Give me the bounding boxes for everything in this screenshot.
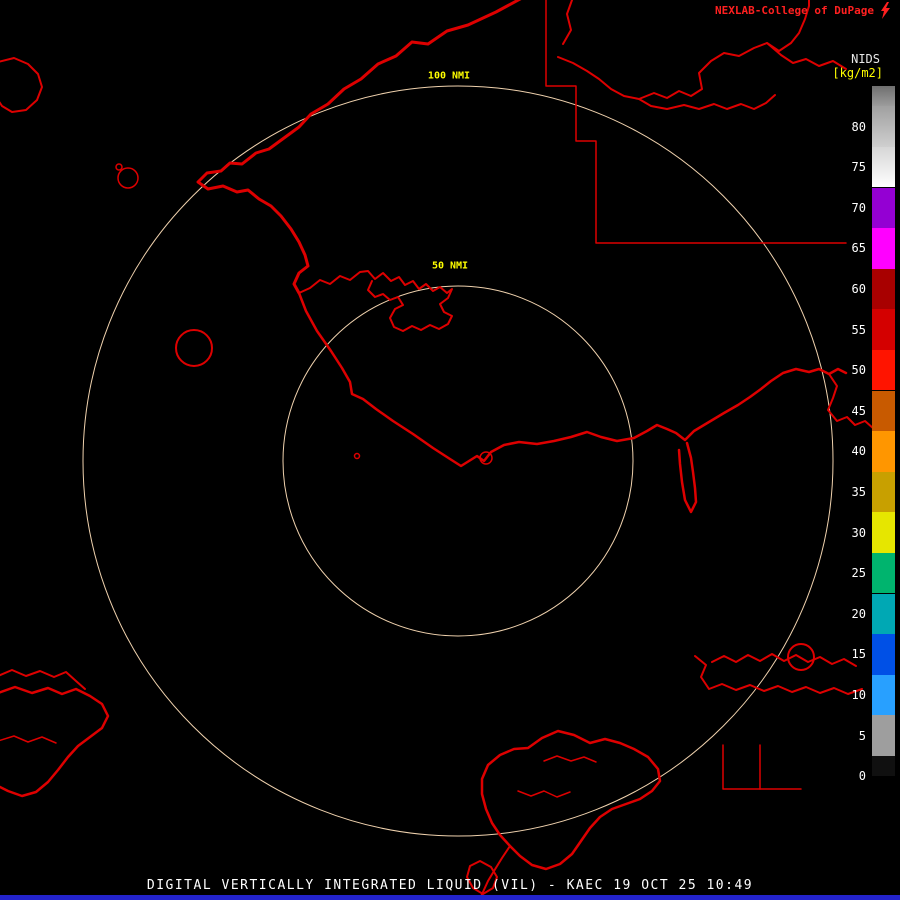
product-caption: DIGITAL VERTICALLY INTEGRATED LIQUID (VI… — [146, 878, 754, 893]
radar-map — [0, 0, 895, 900]
blob-bottom-left-inner — [0, 735, 57, 744]
range-rings — [82, 85, 834, 837]
river-topright-2 — [638, 94, 776, 110]
brand-link[interactable]: NEXLAB-College of DuPage — [715, 4, 874, 17]
colorbar-tick-label: 0 — [858, 769, 866, 784]
coastline-main — [297, 291, 848, 468]
colorbar-segment — [872, 593, 895, 635]
coastline-northwest — [196, 0, 522, 295]
colorbar-segment — [872, 715, 895, 756]
map-dot-center — [353, 452, 361, 460]
coastline-peninsula — [677, 441, 698, 514]
colorbar-segment — [872, 512, 895, 553]
colorbar-tick-label: 25 — [851, 566, 866, 581]
island-inner-stream-2 — [517, 790, 571, 798]
county-boundary-topright — [545, 0, 847, 244]
stream-cluster-inlet — [298, 270, 453, 332]
colorbar-segment — [872, 552, 895, 594]
colorbar-segment — [872, 634, 895, 675]
colorbar-segment — [872, 106, 895, 147]
colorbar — [872, 86, 895, 777]
colorbar-segment — [872, 146, 895, 188]
colorbar-segment — [872, 755, 895, 777]
lake-left-mid — [175, 329, 213, 367]
river-right-mid-2 — [711, 653, 857, 667]
colorbar-tick-label: 10 — [851, 688, 866, 702]
river-topedge — [562, 0, 573, 45]
colorbar-tick-label: 60 — [851, 282, 866, 296]
brand-text: NEXLAB-College of DuPage — [715, 4, 874, 17]
range-label-50nmi: 50 NMI — [429, 260, 471, 272]
colorbar-segment — [872, 86, 895, 107]
colorbar-tick-label: 55 — [851, 322, 866, 337]
colorbar-segment — [872, 674, 895, 716]
colorbar-tick-label: 65 — [851, 241, 866, 256]
colorbar-title: NIDS — [851, 52, 880, 66]
map-outlines — [0, 0, 895, 900]
colorbar-segment — [872, 309, 895, 350]
range-ring-50nmi — [282, 285, 634, 637]
stream-left-edge — [0, 669, 86, 690]
colorbar-segment — [872, 471, 895, 513]
colorbar-segment — [872, 390, 895, 432]
colorbar-tick-label: 80 — [851, 119, 866, 134]
lake-small-upper-left — [117, 167, 139, 189]
colorbar-tick-label: 35 — [851, 485, 866, 499]
island-inner-stream-1 — [543, 755, 597, 763]
colorbar-tick-label: 45 — [851, 403, 866, 418]
range-label-100nmi: 100 NMI — [425, 70, 473, 82]
colorbar-tick-label: 20 — [851, 606, 866, 621]
colorbar-tick-label: 70 — [851, 200, 866, 215]
colorbar-segment — [872, 187, 895, 229]
colorbar-tick-label: 30 — [851, 525, 866, 540]
radar-viewer: NEXLAB-College of DuPage NIDS [kg/m2] 10… — [0, 0, 900, 900]
footer-progress-bar — [0, 895, 900, 900]
colorbar-tick-label: 5 — [858, 728, 866, 743]
colorbar-units-label: [kg/m2] — [832, 66, 883, 80]
county-boundary-bottomright-1 — [722, 744, 802, 790]
colorbar-tick-label: 50 — [851, 363, 866, 378]
colorbar-segment — [872, 349, 895, 391]
range-ring-100nmi — [82, 85, 834, 837]
nexlab-logo-icon — [881, 2, 890, 19]
colorbar-tick-label: 40 — [851, 444, 866, 459]
colorbar-tick-label: 15 — [851, 647, 866, 662]
colorbar-segment — [872, 431, 895, 472]
colorbar-tick-label: 75 — [851, 160, 866, 175]
colorbar-segment — [872, 228, 895, 269]
colorbar-segment — [872, 268, 895, 310]
lake-dot-upper-left — [115, 163, 123, 171]
blob-top-left — [0, 57, 43, 113]
